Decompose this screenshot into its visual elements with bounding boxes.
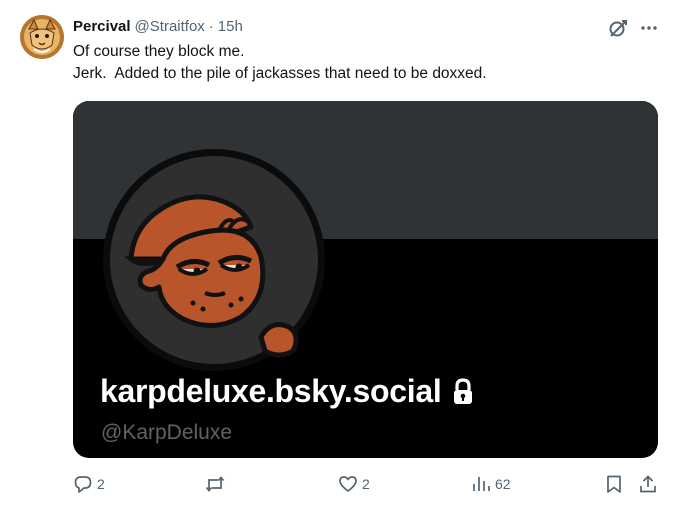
media-card[interactable]: karpdeluxe.bsky.social @KarpDeluxe [73,101,658,458]
fox-avatar-icon [20,15,64,59]
bookmark-icon [607,475,621,493]
view-count: 62 [495,476,511,492]
card-title-text: karpdeluxe.bsky.social [100,373,442,409]
more-options-icon[interactable] [638,17,660,39]
views-button[interactable]: 62 [471,470,511,498]
author-avatar[interactable] [20,15,64,59]
like-button[interactable]: 2 [338,470,370,498]
share-button[interactable] [638,470,658,498]
tweet[interactable]: Percival @Straitfox · 15h Of course they… [0,0,679,507]
repost-button[interactable] [205,470,229,498]
share-icon [640,475,656,493]
bookmark-button[interactable] [604,470,624,498]
analytics-icon [473,477,490,491]
tweet-timestamp[interactable]: 15h [218,18,243,35]
reply-icon [74,476,92,493]
like-count: 2 [362,476,370,492]
action-bar: 2 2 62 [0,470,679,498]
author-name[interactable]: Percival [73,18,131,35]
cartoon-face-avatar-icon [103,149,325,371]
repost-icon [205,476,225,492]
card-title: karpdeluxe.bsky.social [100,373,475,410]
lock-icon [454,377,473,404]
tweet-text: Of course they block me. Jerk. Added to … [73,43,487,82]
reply-count: 2 [97,476,105,492]
header-separator: · [208,17,214,35]
heart-icon [339,476,357,492]
grok-icon[interactable] [607,17,629,39]
reply-button[interactable]: 2 [73,470,105,498]
card-handle: @KarpDeluxe [101,421,233,444]
tweet-header: Percival @Straitfox · 15h [73,16,243,36]
author-handle[interactable]: @Straitfox [135,18,205,35]
